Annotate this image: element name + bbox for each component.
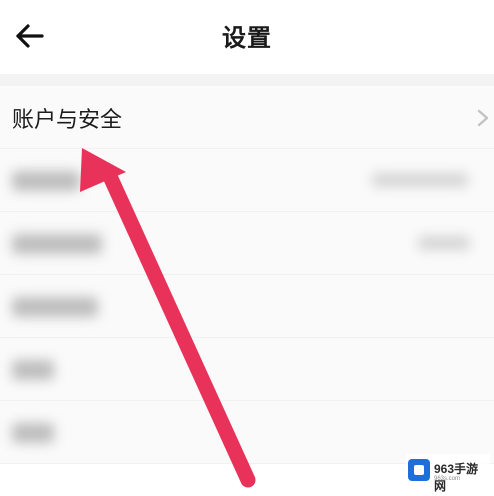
settings-list: 账户与安全 — [0, 86, 494, 464]
watermark: 963手游网 963s.com — [406, 454, 490, 493]
settings-item-blurred-2[interactable] — [0, 212, 494, 275]
settings-item-label: 账户与安全 — [12, 108, 123, 133]
blurred-value — [418, 236, 470, 250]
blurred-label — [12, 360, 54, 380]
blurred-label — [12, 171, 80, 191]
blurred-label — [12, 297, 98, 317]
settings-item-blurred-3[interactable] — [0, 275, 494, 338]
settings-item-blurred-4[interactable] — [0, 338, 494, 401]
chevron-right-icon — [477, 109, 489, 127]
watermark-logo-icon — [408, 459, 430, 481]
blurred-label — [12, 423, 54, 443]
top-bar: 设置 — [0, 0, 494, 74]
watermark-subtext: 963s.com — [434, 476, 461, 482]
blurred-label — [12, 234, 102, 254]
settings-item-account-security[interactable]: 账户与安全 — [0, 86, 494, 149]
settings-item-blurred-1[interactable] — [0, 149, 494, 212]
section-divider — [0, 74, 494, 86]
blurred-value — [372, 173, 468, 187]
page-title: 设置 — [222, 24, 272, 52]
